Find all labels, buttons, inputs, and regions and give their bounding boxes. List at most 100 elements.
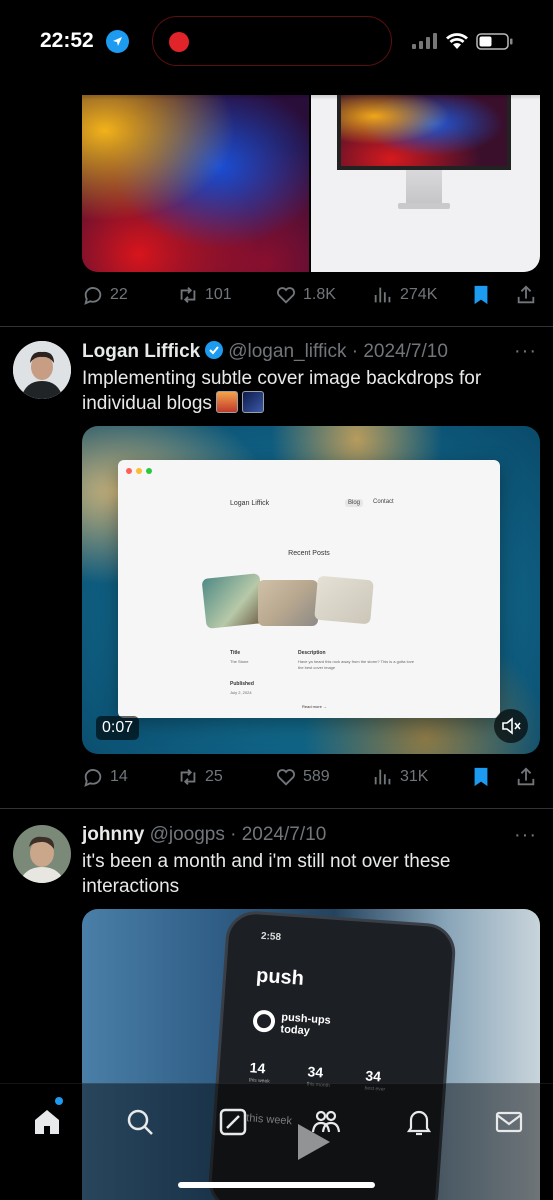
- unread-dot-icon: [55, 1097, 63, 1105]
- tweet-video[interactable]: Logan Liffick Blog Contact Recent Posts …: [82, 426, 540, 754]
- phone-stat: 34: [364, 1067, 382, 1085]
- sunset-emoji-icon: [215, 391, 238, 413]
- status-time: 22:52: [40, 29, 94, 52]
- preview-description-label: Description: [298, 650, 326, 656]
- bookmark-button[interactable]: [470, 765, 492, 789]
- author-name[interactable]: Logan Liffick: [82, 341, 200, 362]
- location-arrow-icon: [106, 30, 129, 53]
- phone-app-title: push: [255, 964, 305, 990]
- views-button[interactable]: 274K: [372, 283, 437, 307]
- bookmark-icon: [474, 285, 488, 305]
- tab-search[interactable]: [124, 1106, 156, 1138]
- dynamic-island[interactable]: [152, 16, 392, 66]
- mute-button[interactable]: [494, 709, 528, 743]
- author-handle[interactable]: @joogps: [150, 824, 225, 845]
- like-count: 589: [303, 768, 330, 785]
- verified-badge-icon: [205, 341, 224, 359]
- signal-icon: [412, 33, 437, 49]
- share-icon: [517, 285, 535, 304]
- views-count: 31K: [400, 768, 429, 785]
- more-options-icon[interactable]: ···: [514, 824, 537, 847]
- heart-icon: [277, 287, 295, 304]
- more-options-icon[interactable]: ···: [514, 340, 537, 363]
- views-icon: [374, 287, 391, 303]
- reply-button[interactable]: 22: [82, 283, 128, 307]
- post-card: [201, 573, 265, 629]
- author-name[interactable]: johnny: [82, 824, 144, 845]
- video-duration: 0:07: [96, 716, 140, 740]
- preview-heading: Recent Posts: [288, 550, 330, 557]
- night-sky-emoji-icon: [241, 391, 264, 413]
- reply-icon: [84, 769, 102, 787]
- preview-title-value: The Stone: [230, 659, 249, 664]
- views-button[interactable]: 31K: [372, 765, 428, 789]
- like-count: 1.8K: [303, 286, 336, 303]
- tweet-actions: 14 25 589 31K: [82, 765, 540, 789]
- tweet-text: Implementing subtle cover image backdrop…: [82, 366, 532, 416]
- post-card: [314, 575, 374, 625]
- phone-stat: 34: [307, 1063, 324, 1081]
- post-card: [258, 580, 318, 626]
- bookmark-button[interactable]: [470, 283, 492, 307]
- author-handle[interactable]: @logan_liffick: [228, 341, 346, 362]
- search-icon: [127, 1109, 153, 1135]
- views-count: 274K: [400, 286, 438, 303]
- reply-count: 14: [110, 768, 128, 785]
- phone-subtitle: push-ups today: [280, 1011, 332, 1038]
- tweet-header: johnny @joogps · 2024/7/10: [82, 824, 327, 845]
- tweet-header: Logan Liffick @logan_liffick · 2024/7/10: [82, 341, 448, 362]
- retweet-count: 25: [205, 768, 223, 785]
- preview-nav-blog: Blog: [345, 499, 364, 507]
- avatar[interactable]: [13, 825, 71, 883]
- preview-published-value: July 2, 2024: [230, 690, 252, 695]
- battery-icon: [476, 33, 513, 50]
- share-button[interactable]: [515, 283, 537, 307]
- tab-messages[interactable]: [493, 1106, 525, 1138]
- reply-icon: [84, 287, 102, 305]
- retweet-button[interactable]: 101: [177, 283, 232, 307]
- retweet-icon: [180, 769, 196, 785]
- preview-title-label: Title: [230, 650, 241, 656]
- tweet-date: 2024/7/10: [241, 824, 327, 845]
- preview-nav-contact: Contact: [373, 499, 394, 505]
- tweet-media-grid[interactable]: [82, 95, 540, 272]
- wallpaper-image[interactable]: [82, 95, 309, 272]
- bookmark-icon: [474, 767, 488, 787]
- preview-description-value: Have ya heard this rock away from the st…: [298, 659, 414, 670]
- like-button[interactable]: 1.8K: [275, 283, 336, 307]
- tweet-text-content: Implementing subtle cover image backdrop…: [82, 368, 482, 414]
- preview-nav: Blog Contact: [345, 499, 394, 507]
- tweet-divider: [0, 808, 553, 809]
- like-button[interactable]: 589: [275, 765, 330, 789]
- notifications-icon: [406, 1110, 432, 1136]
- retweet-count: 101: [205, 286, 232, 303]
- preview-published-label: Published: [230, 681, 254, 687]
- monitor-image[interactable]: [311, 95, 540, 272]
- tweet-text: it's been a month and i'm still not over…: [82, 851, 451, 897]
- retweet-button[interactable]: 25: [177, 765, 223, 789]
- reply-button[interactable]: 14: [82, 765, 128, 789]
- browser-window-preview: Logan Liffick Blog Contact Recent Posts …: [118, 460, 500, 718]
- tab-grok[interactable]: [217, 1106, 249, 1138]
- avatar[interactable]: [13, 341, 71, 399]
- heart-icon: [277, 769, 295, 786]
- wifi-icon: [446, 33, 468, 49]
- window-controls: [126, 468, 152, 474]
- reply-count: 22: [110, 286, 128, 303]
- preview-site-name: Logan Liffick: [230, 500, 270, 507]
- retweet-icon: [180, 287, 196, 303]
- views-icon: [374, 769, 391, 785]
- play-icon[interactable]: [296, 1122, 332, 1162]
- tab-notifications[interactable]: [403, 1106, 435, 1138]
- speaker-muted-icon: [502, 717, 521, 735]
- share-icon: [517, 767, 535, 786]
- status-bar: 22:52: [0, 0, 553, 100]
- recording-dot-icon: [169, 32, 189, 52]
- share-button[interactable]: [515, 765, 537, 789]
- tab-home[interactable]: [31, 1106, 63, 1138]
- messages-icon: [495, 1111, 523, 1133]
- home-indicator[interactable]: [178, 1182, 375, 1188]
- tweet-divider: [0, 326, 553, 327]
- phone-time: 2:58: [260, 930, 282, 944]
- tweet-date: 2024/7/10: [363, 341, 448, 362]
